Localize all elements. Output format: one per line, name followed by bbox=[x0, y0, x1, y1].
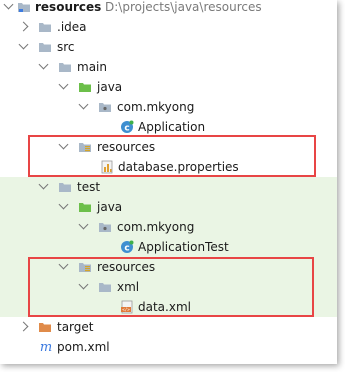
package-icon bbox=[98, 220, 112, 234]
target-folder-icon bbox=[38, 320, 52, 334]
tree-label: main bbox=[77, 60, 107, 74]
highlight-main-resources bbox=[28, 135, 316, 177]
tree-row-test-package[interactable]: com.mkyong bbox=[0, 217, 337, 237]
tree-row-application[interactable]: c Application bbox=[0, 117, 337, 137]
folder-icon bbox=[58, 60, 72, 74]
chevron-down-icon[interactable] bbox=[38, 179, 49, 190]
tree-label: java bbox=[97, 80, 123, 94]
folder-icon bbox=[58, 180, 72, 194]
project-tree-panel: resources D:\projects\java\resources .id… bbox=[0, 0, 337, 364]
tree-row-target[interactable]: target bbox=[0, 317, 337, 337]
tree-row-pom[interactable]: m pom.xml bbox=[0, 337, 337, 357]
tree-row-main-package[interactable]: com.mkyong bbox=[0, 97, 337, 117]
chevron-down-icon[interactable] bbox=[78, 219, 89, 230]
tree-row-idea[interactable]: .idea bbox=[0, 17, 337, 37]
tree-label: src bbox=[57, 40, 75, 54]
tree-label: .idea bbox=[57, 20, 87, 34]
tree-label: Application bbox=[138, 120, 206, 134]
chevron-down-icon[interactable] bbox=[3, 0, 14, 10]
tree-row-main-java[interactable]: java bbox=[0, 77, 337, 97]
tree-row-test[interactable]: test bbox=[0, 177, 337, 197]
maven-icon: m bbox=[38, 339, 54, 355]
tree-label: resources bbox=[35, 0, 102, 14]
test-source-folder-icon bbox=[78, 200, 92, 214]
tree-label: test bbox=[77, 180, 101, 194]
chevron-down-icon[interactable] bbox=[38, 59, 49, 70]
chevron-right-icon[interactable] bbox=[18, 321, 29, 332]
highlight-test-resources bbox=[28, 257, 314, 317]
tree-label: ApplicationTest bbox=[138, 240, 229, 254]
chevron-down-icon[interactable] bbox=[18, 39, 29, 50]
chevron-down-icon[interactable] bbox=[78, 99, 89, 110]
project-path: D:\projects\java\resources bbox=[105, 0, 262, 14]
chevron-down-icon[interactable] bbox=[58, 79, 69, 90]
tree-row-main[interactable]: main bbox=[0, 57, 337, 77]
tree-label: com.mkyong bbox=[117, 220, 195, 234]
tree-label: target bbox=[57, 320, 94, 334]
tree-label: pom.xml bbox=[57, 340, 110, 354]
chevron-down-icon[interactable] bbox=[58, 199, 69, 210]
tree-row-application-test[interactable]: c ApplicationTest bbox=[0, 237, 337, 257]
tree-row-root[interactable]: resources D:\projects\java\resources bbox=[0, 0, 337, 17]
folder-icon bbox=[38, 20, 52, 34]
tree-row-src[interactable]: src bbox=[0, 37, 337, 57]
svg-text:c: c bbox=[124, 244, 129, 254]
chevron-right-icon[interactable] bbox=[18, 21, 29, 32]
svg-text:c: c bbox=[124, 124, 129, 134]
tree-label: com.mkyong bbox=[117, 100, 195, 114]
tree-row-test-java[interactable]: java bbox=[0, 197, 337, 217]
package-icon bbox=[98, 100, 112, 114]
folder-icon bbox=[38, 40, 52, 54]
module-folder-icon bbox=[17, 0, 31, 14]
java-class-icon: c bbox=[120, 120, 134, 134]
tree-label: java bbox=[97, 200, 123, 214]
java-class-icon: c bbox=[120, 240, 134, 254]
svg-text:m: m bbox=[40, 340, 52, 353]
source-folder-icon bbox=[78, 80, 92, 94]
